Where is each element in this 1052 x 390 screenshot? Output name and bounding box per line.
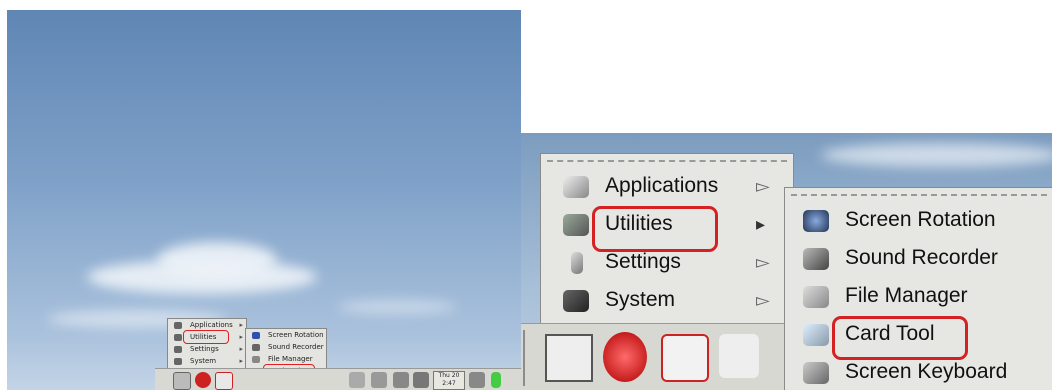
zoomed-view: Applications ▻ Utilities ▸ Settings ▻ Sy… bbox=[521, 133, 1052, 390]
screen-rotation-icon bbox=[252, 332, 260, 339]
tray-tool-icon[interactable] bbox=[413, 372, 429, 388]
utilities-submenu: Screen Rotation Sound Recorder File Mana… bbox=[784, 187, 1052, 390]
mini-menu-label: System bbox=[190, 357, 217, 365]
start-menu: Applications ▻ Utilities ▸ Settings ▻ Sy… bbox=[540, 153, 794, 325]
pdf-viewer-icon[interactable] bbox=[215, 372, 233, 390]
file-manager-icon bbox=[252, 356, 260, 363]
mini-menu-label: Applications bbox=[190, 321, 233, 329]
cloud bbox=[337, 300, 457, 314]
utilities-highlight bbox=[592, 206, 718, 252]
cloud bbox=[157, 242, 277, 278]
card-tool-highlight bbox=[832, 316, 968, 360]
taskbar bbox=[521, 323, 784, 390]
chevron-right-icon: ▸ bbox=[239, 321, 243, 329]
submenu-item-label: Screen Rotation bbox=[845, 208, 996, 231]
mini-submenu-item[interactable]: Screen Rotation bbox=[246, 329, 326, 341]
cloud bbox=[821, 143, 1052, 167]
menu-item-label: Settings bbox=[605, 250, 681, 273]
network-icon[interactable] bbox=[469, 372, 485, 388]
clock-time: 2:47 bbox=[442, 380, 456, 387]
screen-rotation-icon bbox=[803, 210, 829, 232]
submenu-item-label: File Manager bbox=[845, 284, 968, 307]
opera-icon[interactable] bbox=[603, 332, 647, 382]
submenu-arrow-icon: ▻ bbox=[756, 176, 770, 197]
utilities-icon bbox=[563, 214, 589, 236]
submenu-item-label: Sound Recorder bbox=[845, 246, 998, 269]
menu-item-applications[interactable]: Applications ▻ bbox=[541, 168, 793, 206]
system-icon bbox=[563, 290, 589, 312]
sound-recorder-icon bbox=[803, 248, 829, 270]
chevron-right-icon: ▸ bbox=[239, 345, 243, 353]
menu-item-label: Applications bbox=[605, 174, 719, 197]
menu-item-label: System bbox=[605, 288, 676, 311]
system-icon bbox=[174, 358, 182, 365]
submenu-item-sound-recorder[interactable]: Sound Recorder bbox=[785, 240, 1052, 278]
submenu-arrow-icon: ▻ bbox=[756, 290, 770, 311]
applications-icon bbox=[174, 322, 182, 329]
screen-keyboard-icon bbox=[803, 362, 829, 384]
submenu-arrow-icon: ▸ bbox=[756, 214, 766, 235]
mini-submenu-item[interactable]: Sound Recorder bbox=[246, 341, 326, 353]
submenu-item-file-manager[interactable]: File Manager bbox=[785, 278, 1052, 316]
mini-menu-item-settings[interactable]: Settings ▸ bbox=[168, 343, 246, 355]
desktop: Applications ▸ Utilities ▸ Settings ▸ Syste… bbox=[7, 10, 521, 390]
sound-recorder-icon bbox=[252, 344, 260, 351]
mini-menu-label: Settings bbox=[190, 345, 219, 353]
tear-off-line[interactable] bbox=[547, 160, 787, 162]
clock-day: Thu 20 bbox=[438, 372, 460, 379]
mini-submenu-label: Screen Rotation bbox=[268, 331, 324, 339]
settings-icon bbox=[174, 346, 182, 353]
start-menu-icon[interactable] bbox=[545, 334, 593, 382]
mini-utilities-highlight bbox=[183, 330, 229, 344]
file-manager-icon bbox=[803, 286, 829, 308]
mini-start-menu: Applications ▸ Utilities ▸ Settings ▸ Syste… bbox=[167, 318, 247, 370]
settings-icon bbox=[571, 252, 583, 274]
info-icon[interactable] bbox=[719, 334, 759, 378]
chevron-right-icon: ▸ bbox=[239, 357, 243, 365]
tray-tool-icon[interactable] bbox=[349, 372, 365, 388]
taskbar-separator bbox=[523, 330, 525, 386]
menu-item-system[interactable]: System ▻ bbox=[541, 282, 793, 320]
submenu-arrow-icon: ▻ bbox=[756, 252, 770, 273]
opera-icon[interactable] bbox=[195, 372, 211, 388]
tray-tool-icon[interactable] bbox=[371, 372, 387, 388]
mini-menu-item-system[interactable]: System ▸ bbox=[168, 355, 246, 367]
applications-icon bbox=[563, 176, 589, 198]
mini-submenu-label: File Manager bbox=[268, 355, 313, 363]
tray-tool-icon[interactable] bbox=[393, 372, 409, 388]
battery-icon[interactable] bbox=[491, 372, 501, 388]
mini-submenu-label: Sound Recorder bbox=[268, 343, 324, 351]
utilities-icon bbox=[174, 334, 182, 341]
card-tool-icon bbox=[803, 324, 829, 346]
pdf-viewer-icon[interactable] bbox=[661, 334, 709, 382]
mini-taskbar: Thu 20 2:47 bbox=[155, 368, 521, 390]
clock[interactable]: Thu 20 2:47 bbox=[433, 371, 465, 390]
chevron-right-icon: ▸ bbox=[239, 333, 243, 341]
start-menu-icon[interactable] bbox=[173, 372, 191, 390]
submenu-item-screen-rotation[interactable]: Screen Rotation bbox=[785, 202, 1052, 240]
submenu-item-label: Screen Keyboard bbox=[845, 360, 1008, 383]
tear-off-line[interactable] bbox=[791, 194, 1047, 196]
